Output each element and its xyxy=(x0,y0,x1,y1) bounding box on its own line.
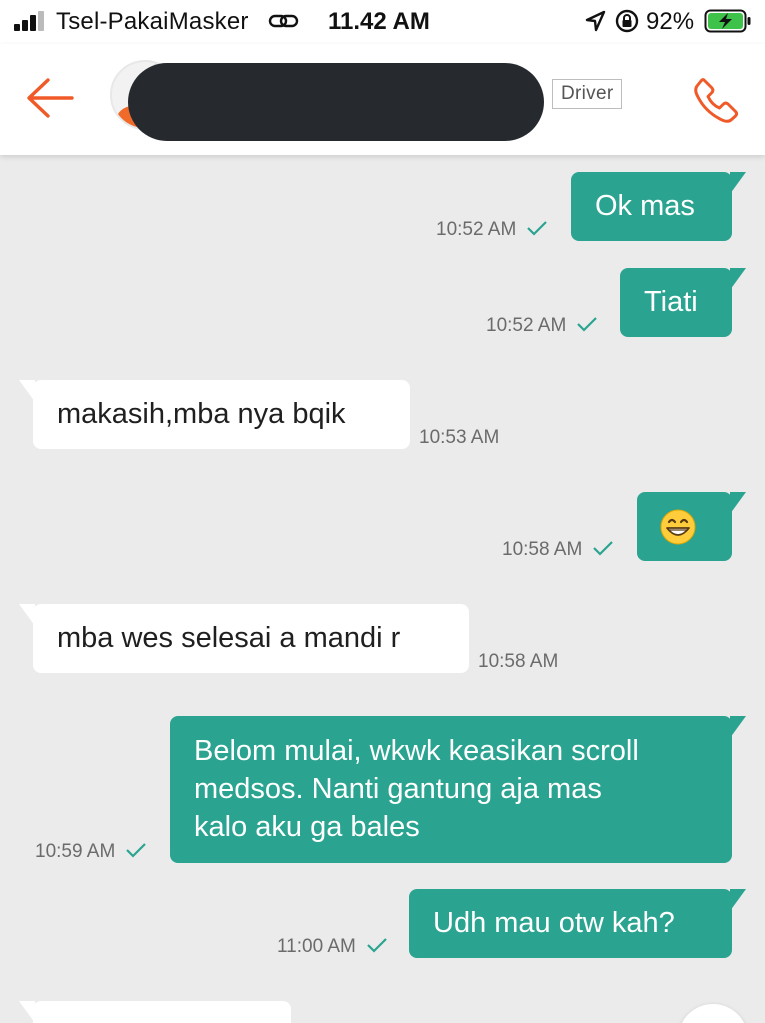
scroll-down-button[interactable] xyxy=(678,1004,748,1023)
outgoing-message[interactable]: Udh mau otw kah? xyxy=(409,889,746,958)
incoming-message-partial[interactable] xyxy=(19,1001,291,1023)
sent-check-icon xyxy=(527,221,548,236)
message-timestamp: 10:58 AM xyxy=(502,539,614,561)
chat-header: Driver xyxy=(0,44,765,155)
outgoing-message[interactable]: Belom mulai, wkwk keasikan scroll medsos… xyxy=(170,716,746,863)
message-text: Tiati xyxy=(644,286,698,318)
sent-check-icon xyxy=(577,317,598,332)
driver-badge: Driver xyxy=(552,79,623,109)
outgoing-message[interactable] xyxy=(637,492,746,561)
sent-check-icon xyxy=(367,938,387,953)
contact-name-redacted[interactable] xyxy=(128,63,544,141)
message-line: kalo aku ga bales xyxy=(194,811,420,843)
message-line: Belom mulai, wkwk keasikan scroll xyxy=(194,735,639,767)
sent-check-icon xyxy=(126,843,147,858)
status-bar: Tsel-PakaiMasker 11.42 AM 92% xyxy=(0,0,765,44)
message-timestamp: 10:59 AM xyxy=(35,841,147,863)
grinning-face-emoji-icon xyxy=(660,509,696,545)
link-icon xyxy=(268,14,299,28)
message-timestamp: 10:52 AM xyxy=(486,315,598,337)
message-timestamp: 10:52 AM xyxy=(436,219,548,241)
status-time: 11.42 AM xyxy=(328,8,430,35)
outgoing-message[interactable]: Tiati xyxy=(620,268,746,337)
phone-icon[interactable] xyxy=(690,74,742,126)
incoming-message[interactable]: mba wes selesai a mandi r xyxy=(19,604,469,673)
outgoing-message[interactable]: Ok mas xyxy=(571,172,746,241)
sent-check-icon xyxy=(593,541,614,556)
message-timestamp: 11:00 AM xyxy=(277,936,388,958)
message-line: medsos. Nanti gantung aja mas xyxy=(194,773,602,805)
message-text: makasih,mba nya bqik xyxy=(57,398,346,430)
message-text: Ok mas xyxy=(595,190,695,222)
battery-percentage: 92% xyxy=(646,8,695,35)
incoming-message[interactable]: makasih,mba nya bqik xyxy=(19,380,410,449)
location-arrow-icon xyxy=(585,10,606,32)
message-text: mba wes selesai a mandi r xyxy=(57,622,401,654)
battery-charging-icon xyxy=(704,9,751,33)
carrier-name: Tsel-PakaiMasker xyxy=(56,8,249,35)
signal-strength-icon xyxy=(14,11,48,31)
message-text: Udh mau otw kah? xyxy=(433,907,675,939)
orientation-lock-icon xyxy=(615,9,639,33)
back-arrow-icon[interactable] xyxy=(24,76,76,120)
message-timestamp: 10:53 AM xyxy=(419,427,500,448)
message-timestamp: 10:58 AM xyxy=(478,651,559,672)
